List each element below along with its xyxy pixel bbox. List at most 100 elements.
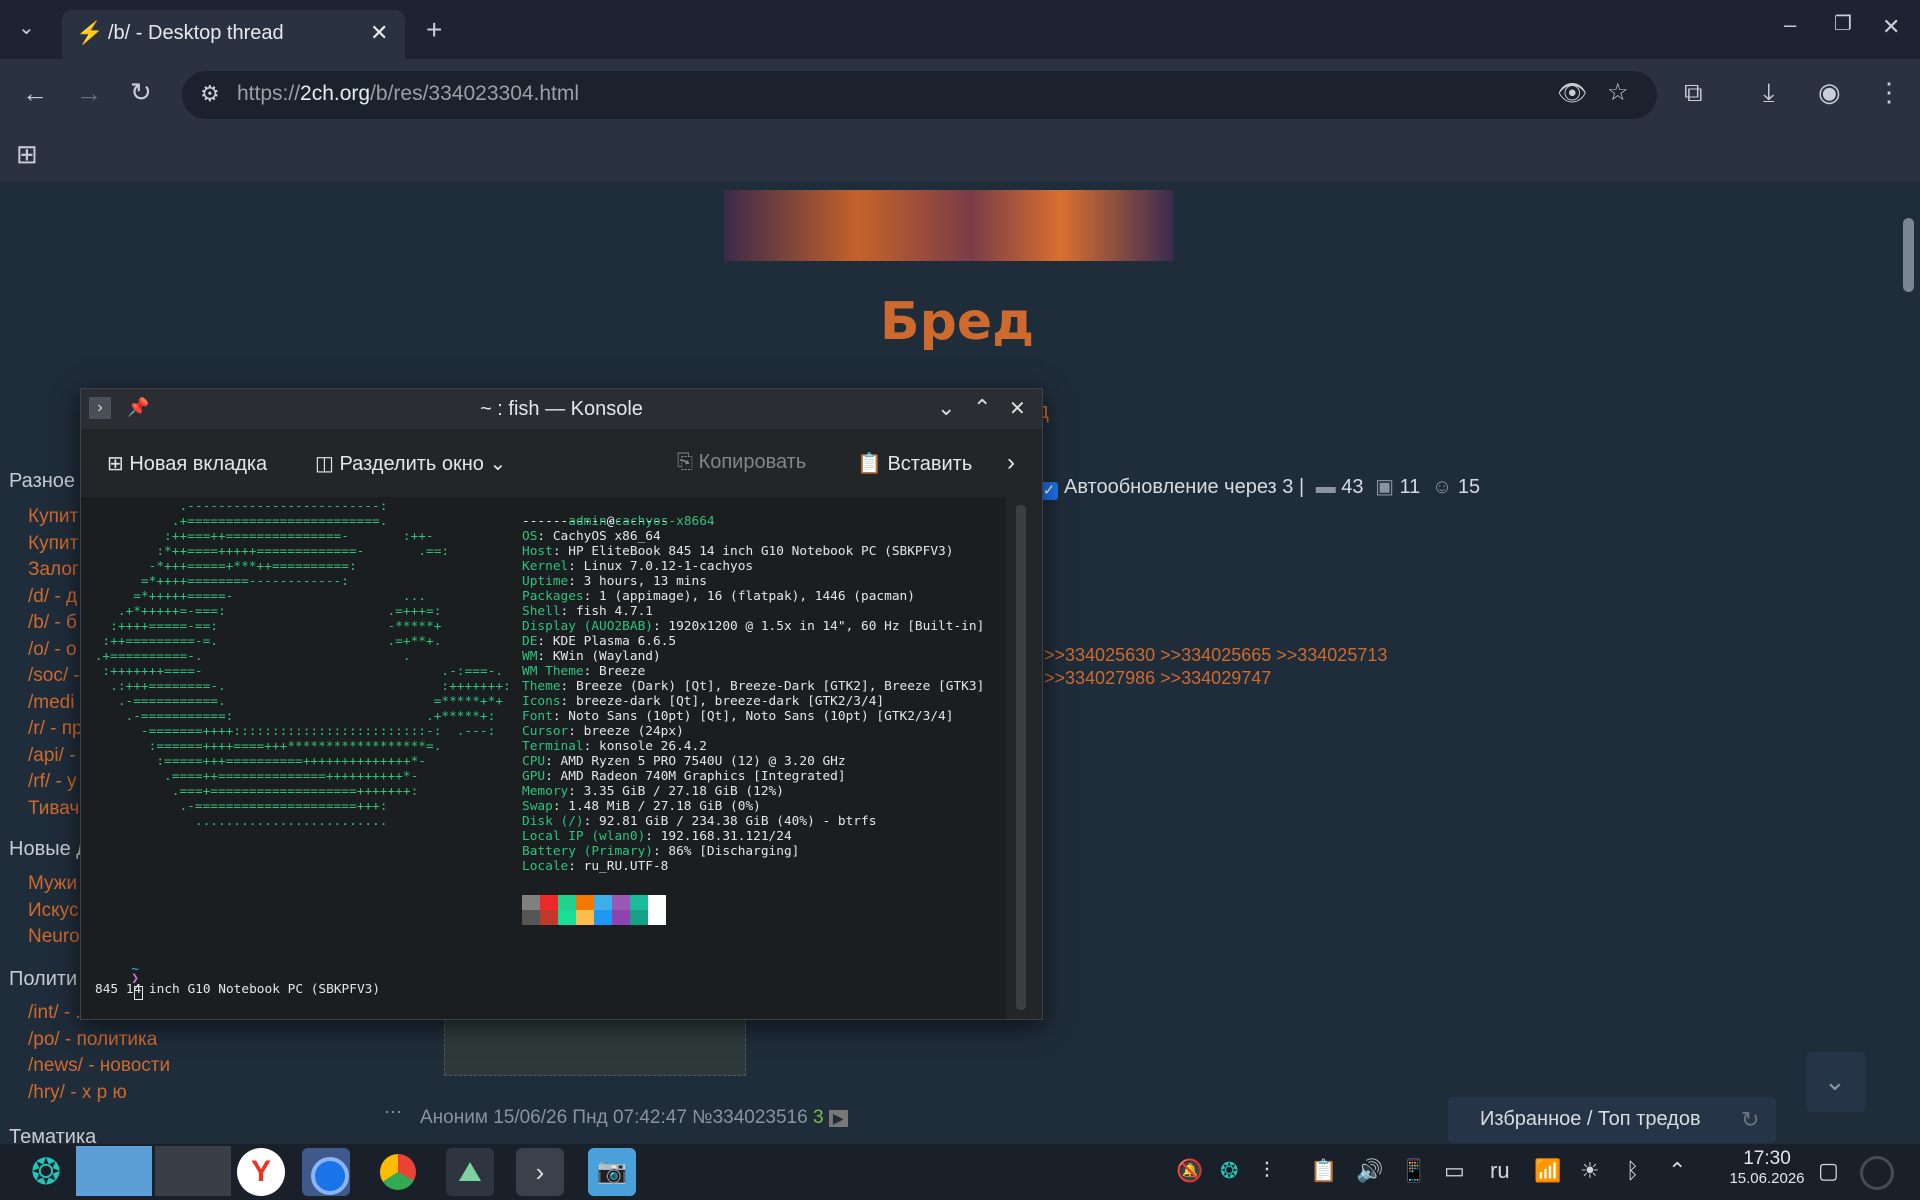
scroll-down-button[interactable]: ⌄ xyxy=(1806,1052,1866,1112)
tracking-eye-off-icon[interactable]: 👁 xyxy=(1557,82,1587,106)
url-text[interactable]: https://2ch.org/b/res/334023304.html xyxy=(237,82,579,106)
sidebar-item[interactable]: Мужи xyxy=(28,871,80,898)
sidebar-item[interactable]: Залог xyxy=(28,557,83,584)
konsole-taskbar-icon[interactable]: › xyxy=(516,1148,564,1196)
paste-icon: 📋 xyxy=(857,453,882,475)
virtual-desktop-1[interactable] xyxy=(76,1146,152,1196)
download-icon[interactable]: ⤓ xyxy=(1763,79,1775,105)
konsole-window: › 📌 ~ : fish — Konsole ⌄ ⌃ ✕ ⊞ Новая вкл… xyxy=(80,388,1043,1020)
apps-grid-icon[interactable]: ⊞ xyxy=(16,141,38,167)
reply-links-2[interactable]: >>334027986 >>334029747 xyxy=(1044,668,1271,689)
terminal-scrollbar-thumb[interactable] xyxy=(1016,505,1026,1010)
new-tab-button[interactable]: + xyxy=(426,16,442,44)
menu-icon[interactable]: ⋮ xyxy=(1876,79,1902,105)
forward-icon[interactable]: → xyxy=(76,80,102,106)
yandex-browser-icon[interactable]: Y xyxy=(237,1148,285,1196)
sidebar-item[interactable]: /news/ - новости xyxy=(28,1053,170,1080)
virtual-desktop-2[interactable] xyxy=(155,1146,231,1196)
minimize-chevron-icon[interactable]: ⌄ xyxy=(937,395,955,421)
sidebar-item[interactable]: Neuro xyxy=(28,924,80,951)
back-icon[interactable]: ← xyxy=(22,80,48,106)
new-tab-button[interactable]: ⊞ Новая вкладка xyxy=(107,451,267,476)
neofetch-key: Shell xyxy=(522,604,561,619)
play-icon[interactable]: ▶ xyxy=(828,1110,848,1127)
split-view-button[interactable]: ◫ Разделить окно ⌄ xyxy=(315,451,506,476)
cachyos-ascii-logo: .-------------------------: .+==========… xyxy=(87,499,511,829)
wifi-icon[interactable]: 📶 xyxy=(1534,1158,1561,1184)
battery-icon[interactable]: ▭ xyxy=(1444,1158,1465,1184)
sidebar-item[interactable]: /r/ - пр xyxy=(28,716,83,743)
app-launcher-icon[interactable]: ❂ xyxy=(22,1148,70,1196)
sidebar-item[interactable]: /api/ - xyxy=(28,743,83,770)
neofetch-value: : AMD Ryzen 5 PRO 7540U (12) @ 3.20 GHz xyxy=(545,754,846,769)
konsole-close-icon[interactable]: ✕ xyxy=(1009,396,1026,421)
extensions-icon[interactable]: ⧉ xyxy=(1684,79,1703,105)
sidebar-item[interactable]: Тивач xyxy=(28,796,83,823)
window-close-icon[interactable]: ✕ xyxy=(1882,16,1900,38)
sidebar-item[interactable]: /d/ - д xyxy=(28,584,83,611)
neofetch-key: Font xyxy=(522,709,553,724)
neofetch-row: Icons: breeze-dark [Qt], breeze-dark [GT… xyxy=(522,694,984,709)
chromium-icon[interactable] xyxy=(302,1148,350,1196)
post-image-thumbnail[interactable] xyxy=(444,1014,746,1076)
copy-button[interactable]: ⎘ Копировать xyxy=(677,451,806,474)
sidebar-item[interactable]: /o/ - о xyxy=(28,637,83,664)
minimize-icon[interactable]: – xyxy=(1784,14,1796,36)
sidebar-item[interactable]: /soc/ - xyxy=(28,663,83,690)
neofetch-row: Locale: ru_RU.UTF-8 xyxy=(522,859,984,874)
address-bar[interactable]: ⚙ https://2ch.org/b/res/334023304.html 👁… xyxy=(182,71,1657,119)
star-icon[interactable]: ☆ xyxy=(1607,81,1629,105)
favorites-panel-button[interactable]: Избранное / Топ тредов ↻ xyxy=(1448,1097,1776,1143)
sidebar-item[interactable]: /rf/ - у xyxy=(28,769,83,796)
refresh-icon[interactable]: ↻ xyxy=(1741,1107,1759,1133)
sidebar-item[interactable]: /b/ - б xyxy=(28,610,83,637)
toolbar-overflow-icon[interactable]: › xyxy=(1007,449,1015,477)
tab-active[interactable]: ⚡ /b/ - Desktop thread ✕ xyxy=(62,10,405,59)
neofetch-row: WM Theme: Breeze xyxy=(522,664,984,679)
notifications-off-icon[interactable]: 🔕 xyxy=(1176,1158,1203,1184)
tab-search-chevron-icon[interactable]: ⌄ xyxy=(18,18,35,38)
auto-update-label: Автообновление через 3 | xyxy=(1064,476,1305,498)
show-desktop-icon[interactable]: ▢ xyxy=(1818,1158,1839,1184)
clipboard-icon[interactable]: 📋 xyxy=(1310,1158,1337,1184)
terminal-scrollbar[interactable] xyxy=(1006,497,1042,1019)
reload-icon[interactable]: ↻ xyxy=(130,79,152,105)
audio-mixer-icon[interactable]: ⫶ xyxy=(1264,1158,1270,1184)
profile-icon[interactable]: ◉ xyxy=(1818,79,1841,105)
keyboard-layout[interactable]: ru xyxy=(1490,1158,1510,1184)
neofetch-key: Local IP (wlan0) xyxy=(522,829,646,844)
maximize-chevron-icon[interactable]: ⌃ xyxy=(973,395,991,421)
page-scrollbar[interactable] xyxy=(1900,182,1920,1144)
volume-icon[interactable]: 🔊 xyxy=(1356,1158,1383,1184)
restore-icon[interactable]: ❐ xyxy=(1834,14,1852,34)
cachy-update-icon[interactable]: ❂ xyxy=(1220,1158,1238,1184)
post-number[interactable]: №334023516 xyxy=(692,1107,807,1128)
spectacle-icon[interactable]: 📷 xyxy=(588,1148,636,1196)
ascii-line: :+++++++====- .-:===-. xyxy=(87,664,504,679)
page-scrollbar-thumb[interactable] xyxy=(1903,218,1914,292)
paste-button[interactable]: 📋 Вставить xyxy=(857,451,972,476)
brightness-icon[interactable]: ☀ xyxy=(1580,1158,1600,1184)
sidebar-item[interactable]: Купит xyxy=(28,504,83,531)
new-tab-label: Новая вкладка xyxy=(129,453,268,475)
split-chevron-down-icon[interactable]: ⌄ xyxy=(489,453,506,475)
ascii-line: .+=========================. xyxy=(87,514,388,529)
sidebar-item[interactable]: /hry/ - х р ю xyxy=(28,1080,170,1107)
system-monitor-icon[interactable]: ⛰ xyxy=(446,1148,494,1196)
clock[interactable]: 17:30 15.06.2026 xyxy=(1704,1148,1830,1187)
terminal-output[interactable]: .-------------------------: .+==========… xyxy=(81,497,1006,1019)
chrome-icon[interactable] xyxy=(374,1148,422,1196)
post-menu-icon[interactable]: ⋯ xyxy=(384,1102,402,1123)
sidebar-item[interactable]: /medi xyxy=(28,690,83,717)
konsole-titlebar[interactable]: › 📌 ~ : fish — Konsole ⌄ ⌃ ✕ xyxy=(81,389,1042,429)
sidebar-item[interactable]: Искус xyxy=(28,898,80,925)
kde-connect-icon[interactable]: 📱 xyxy=(1400,1158,1427,1184)
site-settings-icon[interactable]: ⚙ xyxy=(200,83,220,105)
bluetooth-icon[interactable]: ᛒ xyxy=(1626,1158,1639,1184)
sidebar-item[interactable]: Купит xyxy=(28,531,83,558)
tray-expand-icon[interactable]: ⌃ xyxy=(1668,1158,1686,1184)
reply-links-1[interactable]: >>334025630 >>334025665 >>334025713 xyxy=(1044,645,1387,666)
post-replies[interactable]: 3 xyxy=(813,1107,824,1128)
tab-close-icon[interactable]: ✕ xyxy=(370,20,388,46)
sidebar-item[interactable]: /po/ - политика xyxy=(28,1027,170,1054)
